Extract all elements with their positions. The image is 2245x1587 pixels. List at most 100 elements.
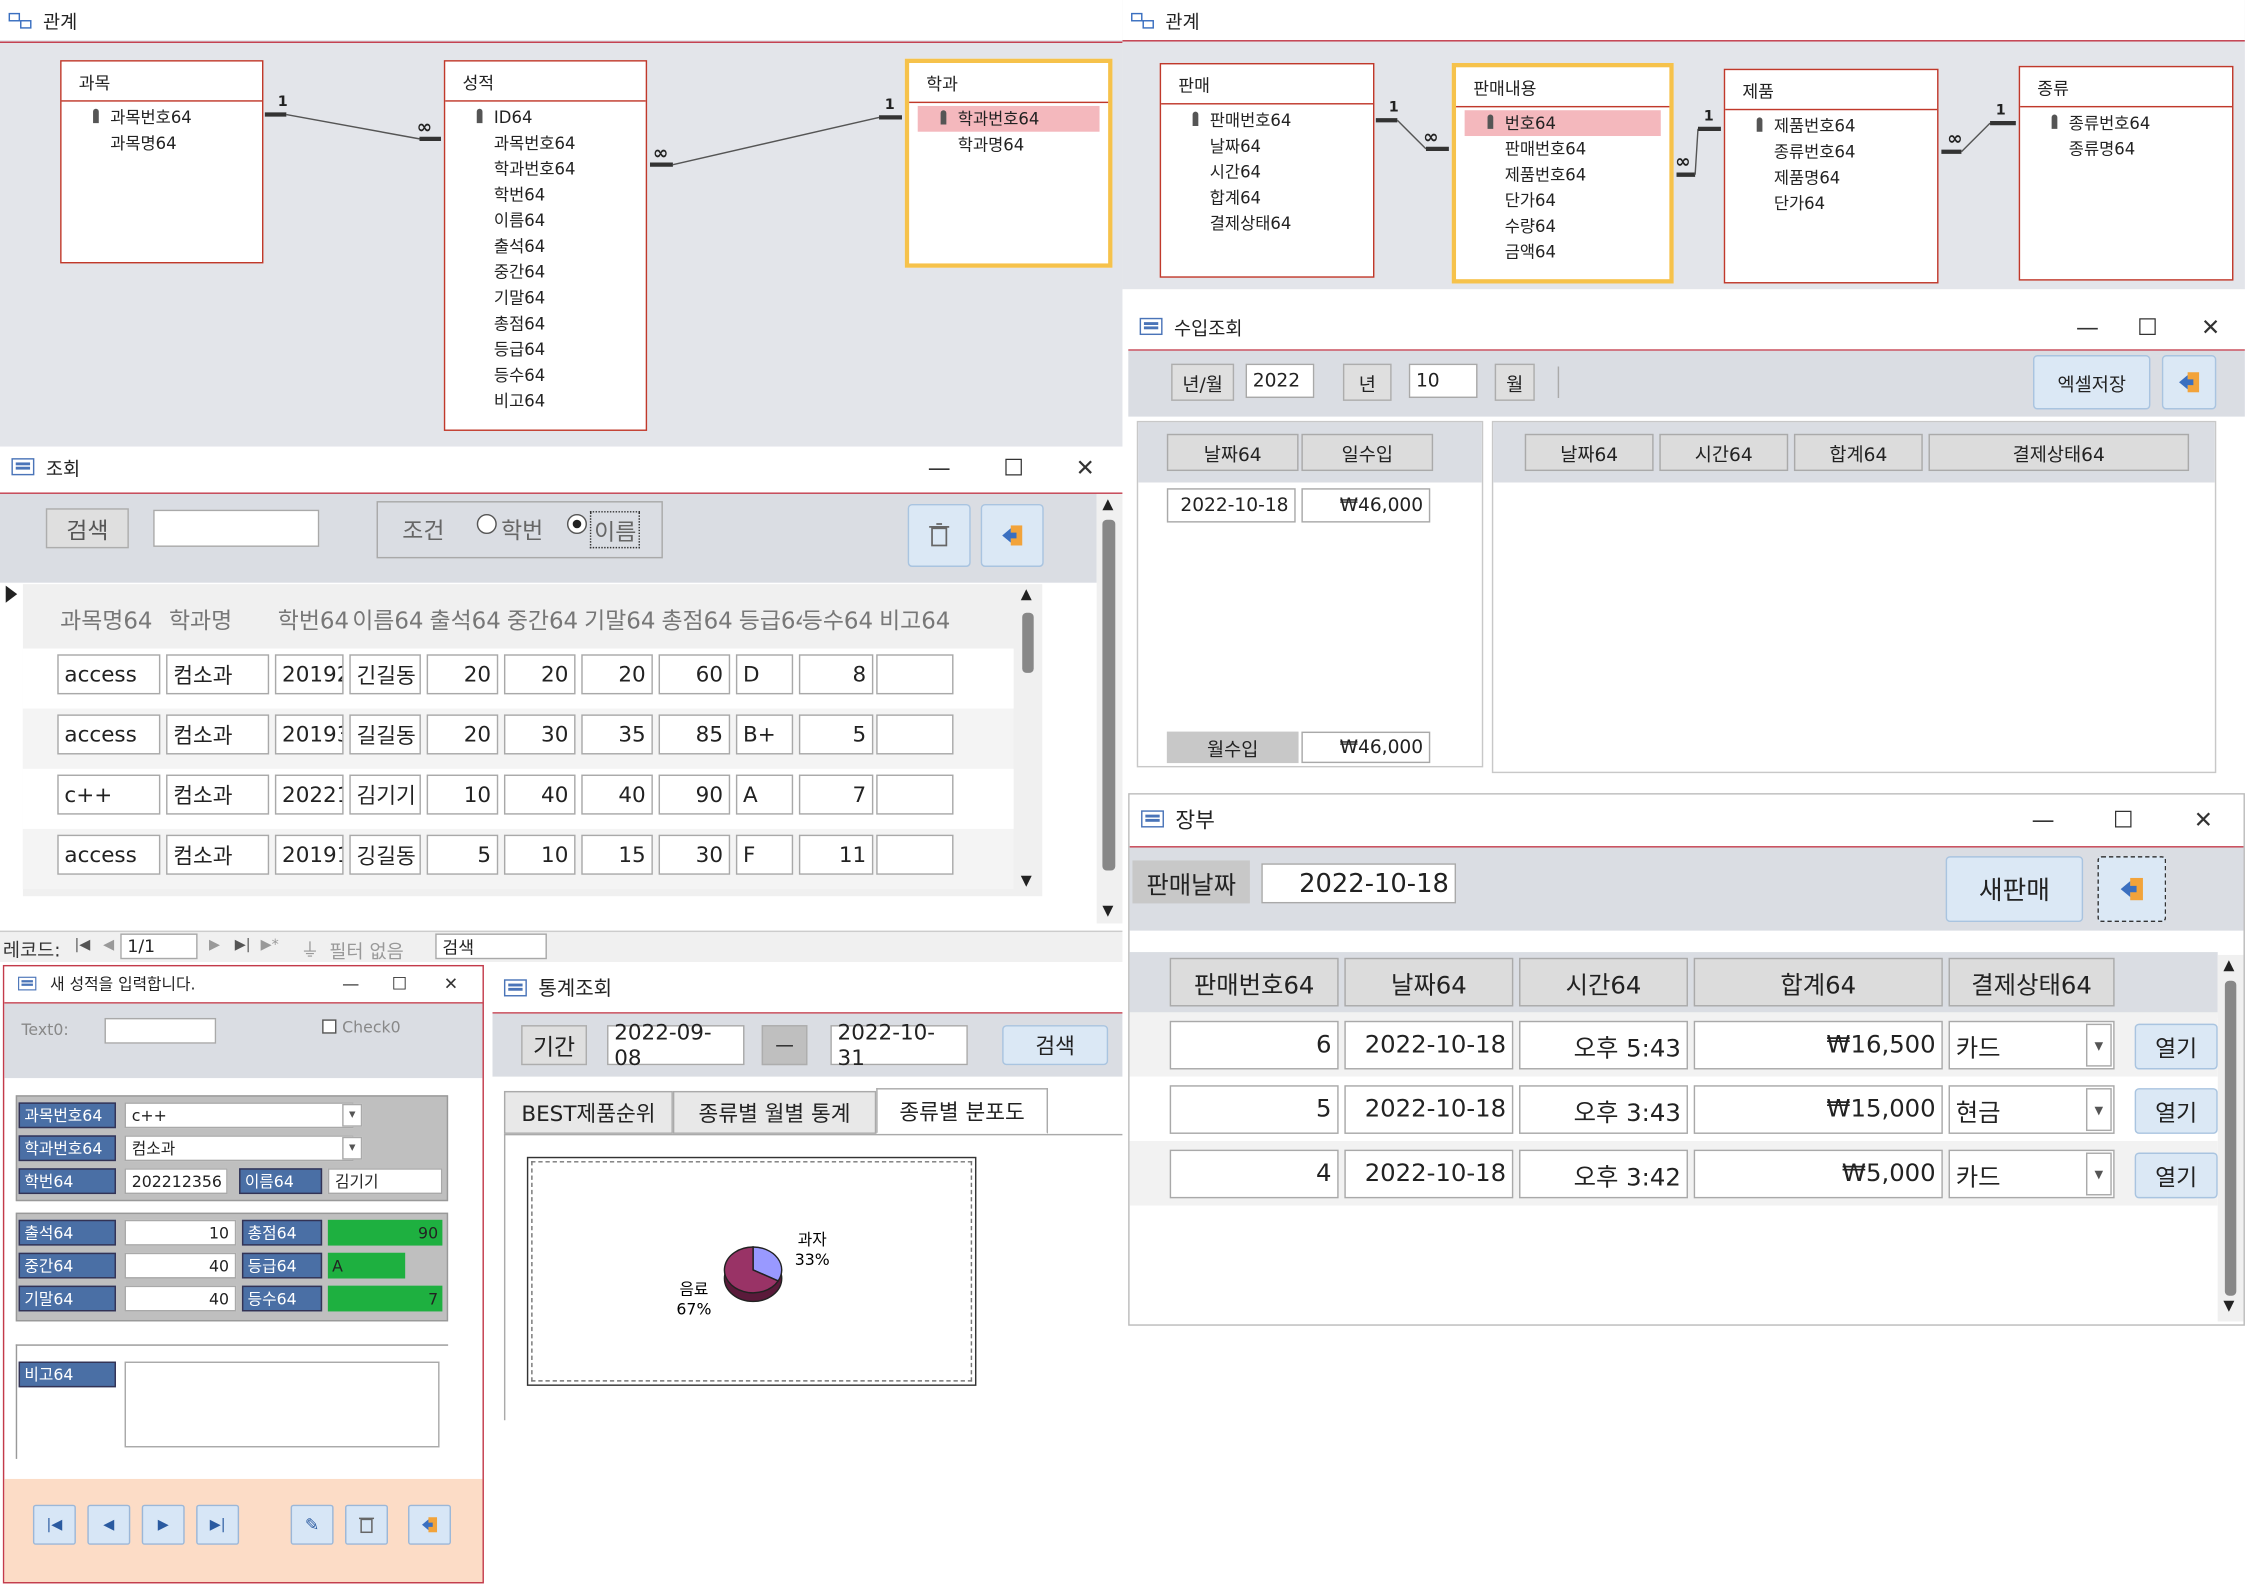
midterm-input[interactable]: 40	[124, 1252, 237, 1279]
delete-button[interactable]	[907, 503, 971, 567]
table-cell[interactable]: 90	[658, 774, 731, 815]
scroll-thumb[interactable]	[1022, 612, 1034, 673]
end-date-input[interactable]: 2022-10-31	[830, 1019, 968, 1071]
attendance-input[interactable]: 10	[124, 1219, 237, 1246]
table-cell[interactable]	[876, 774, 954, 815]
table-cell[interactable]: 오후 5:43	[1519, 1020, 1688, 1070]
table-cell[interactable]: 7	[798, 774, 874, 815]
last-record-button[interactable]: ▶|	[196, 1504, 240, 1545]
start-date-input[interactable]: 2022-09-08	[607, 1019, 745, 1071]
table-cell[interactable]: 40	[581, 774, 653, 815]
scroll-up-icon[interactable]: ▲	[1021, 587, 1032, 603]
table-cell[interactable]	[876, 714, 954, 755]
table-cell[interactable]: access	[57, 714, 161, 755]
table-cell[interactable]: 김기기	[349, 774, 421, 815]
maximize-icon[interactable]: ☐	[374, 966, 426, 1000]
new-sale-button[interactable]: 새판매	[1945, 856, 2084, 923]
col-header[interactable]: 시간64	[1659, 433, 1789, 472]
filter-icon[interactable]: ⏚	[301, 935, 320, 962]
table-cell[interactable]: 35	[581, 714, 653, 755]
year-month-button[interactable]: 년/월	[1171, 363, 1235, 401]
open-button[interactable]: 열기	[2134, 1152, 2218, 1199]
minimize-icon[interactable]: —	[2062, 306, 2114, 346]
table-cell[interactable]: 5	[798, 714, 874, 755]
year-input[interactable]: 2022	[1245, 363, 1315, 399]
chevron-down-icon[interactable]: ▾	[2085, 1023, 2112, 1067]
note-textarea[interactable]	[124, 1361, 440, 1448]
table-cell[interactable]: 6	[1169, 1020, 1339, 1070]
tab-distribution[interactable]: 종류별 분포도	[876, 1088, 1049, 1134]
col-header[interactable]: 합계64	[1793, 433, 1923, 472]
last-record-icon[interactable]: ▶|	[235, 938, 251, 954]
table-cell[interactable]: 20	[581, 654, 653, 695]
table-cell[interactable]: 30	[503, 714, 576, 755]
table-cell[interactable]: 2022-10-18	[1344, 1085, 1514, 1134]
radio-name[interactable]	[566, 513, 587, 535]
table-cell[interactable]: 5	[1169, 1085, 1339, 1134]
col-header[interactable]: 학과명	[169, 601, 278, 635]
student-id-input[interactable]: 202212356	[124, 1168, 228, 1195]
open-button[interactable]: 열기	[2134, 1023, 2218, 1070]
col-header[interactable]: 결제상태64	[1928, 433, 2190, 472]
table-cell[interactable]: ₩16,500	[1693, 1020, 1943, 1070]
table-cell[interactable]: 10	[426, 774, 499, 815]
col-header[interactable]: 이름64	[352, 601, 429, 635]
close-icon[interactable]: ✕	[425, 966, 477, 1000]
maximize-icon[interactable]: ☐	[988, 447, 1040, 487]
scroll-down-icon[interactable]: ▼	[1102, 903, 1113, 919]
col-header[interactable]: 시간64	[1519, 957, 1688, 1007]
col-header[interactable]: 출석64	[430, 601, 507, 635]
table-cell[interactable]: F	[735, 834, 794, 875]
tab-monthly-by-category[interactable]: 종류별 월별 통계	[672, 1090, 877, 1134]
table-cell[interactable]: 컴소과	[166, 834, 270, 875]
first-record-button[interactable]: |◀	[32, 1504, 76, 1545]
table-cell[interactable]	[876, 654, 954, 695]
col-header[interactable]: 날짜64	[1344, 957, 1514, 1007]
search-input[interactable]	[153, 509, 320, 547]
col-header[interactable]: 과목명64	[60, 601, 169, 635]
table-cell[interactable]: 컴소과	[166, 774, 270, 815]
table-cell[interactable]: 20193	[274, 714, 344, 755]
inner-scrollbar[interactable]: ▲ ▼	[1016, 586, 1040, 894]
table-cell[interactable]: 2022-10-18	[1344, 1149, 1514, 1199]
table-cell[interactable]: 20192	[274, 654, 344, 695]
prev-record-icon[interactable]: ◀	[103, 938, 114, 954]
col-header[interactable]: 등수64	[802, 601, 882, 635]
table-cell[interactable]: 15	[581, 834, 653, 875]
radio-student-id[interactable]	[476, 513, 497, 535]
delete-button[interactable]	[345, 1504, 388, 1545]
year-button[interactable]: 년	[1342, 363, 1392, 401]
table-cell[interactable]: 컴소과	[166, 654, 270, 695]
dept-no-select[interactable]: 컴소과	[124, 1135, 354, 1162]
stats-search-button[interactable]: 검색	[1002, 1025, 1109, 1066]
table-cell[interactable]: c++	[57, 774, 161, 815]
scroll-thumb[interactable]	[2224, 980, 2237, 1296]
table-cell[interactable]: 20	[503, 654, 576, 695]
close-icon[interactable]: ✕	[1059, 447, 1111, 487]
nav-search-input[interactable]: 검색	[435, 933, 547, 960]
col-header[interactable]: 기말64	[584, 601, 661, 635]
prev-record-button[interactable]: ◀	[87, 1504, 131, 1545]
table-cell[interactable]: ₩5,000	[1693, 1149, 1943, 1199]
minimize-icon[interactable]: —	[913, 447, 965, 487]
close-icon[interactable]: ✕	[2178, 795, 2230, 844]
sale-date-input[interactable]: 2022-10-18	[1261, 863, 1457, 904]
table-cell[interactable]: 긴길동	[349, 654, 421, 695]
col-header[interactable]: 결제상태64	[1948, 957, 2115, 1007]
chevron-down-icon[interactable]: ▾	[2085, 1152, 2112, 1196]
table-cell[interactable]: 30	[658, 834, 731, 875]
scroll-down-icon[interactable]: ▼	[1021, 873, 1032, 889]
table-cell[interactable]: B+	[735, 714, 794, 755]
table-cell[interactable]: 60	[658, 654, 731, 695]
table-cell[interactable]: 길길동	[349, 714, 421, 755]
record-selector[interactable]	[5, 585, 18, 603]
table-cell[interactable]: 깅길동	[349, 834, 421, 875]
table-cell[interactable]: 10	[503, 834, 576, 875]
first-record-icon[interactable]: |◀	[74, 938, 90, 954]
excel-save-button[interactable]: 엑셀저장	[2033, 355, 2151, 410]
month-input[interactable]: 10	[1408, 363, 1478, 399]
monthly-income-value[interactable]: ₩46,000	[1301, 731, 1431, 764]
scroll-up-icon[interactable]: ▲	[1102, 497, 1113, 513]
check0-checkbox[interactable]	[322, 1019, 337, 1034]
scroll-thumb[interactable]	[1102, 519, 1116, 871]
